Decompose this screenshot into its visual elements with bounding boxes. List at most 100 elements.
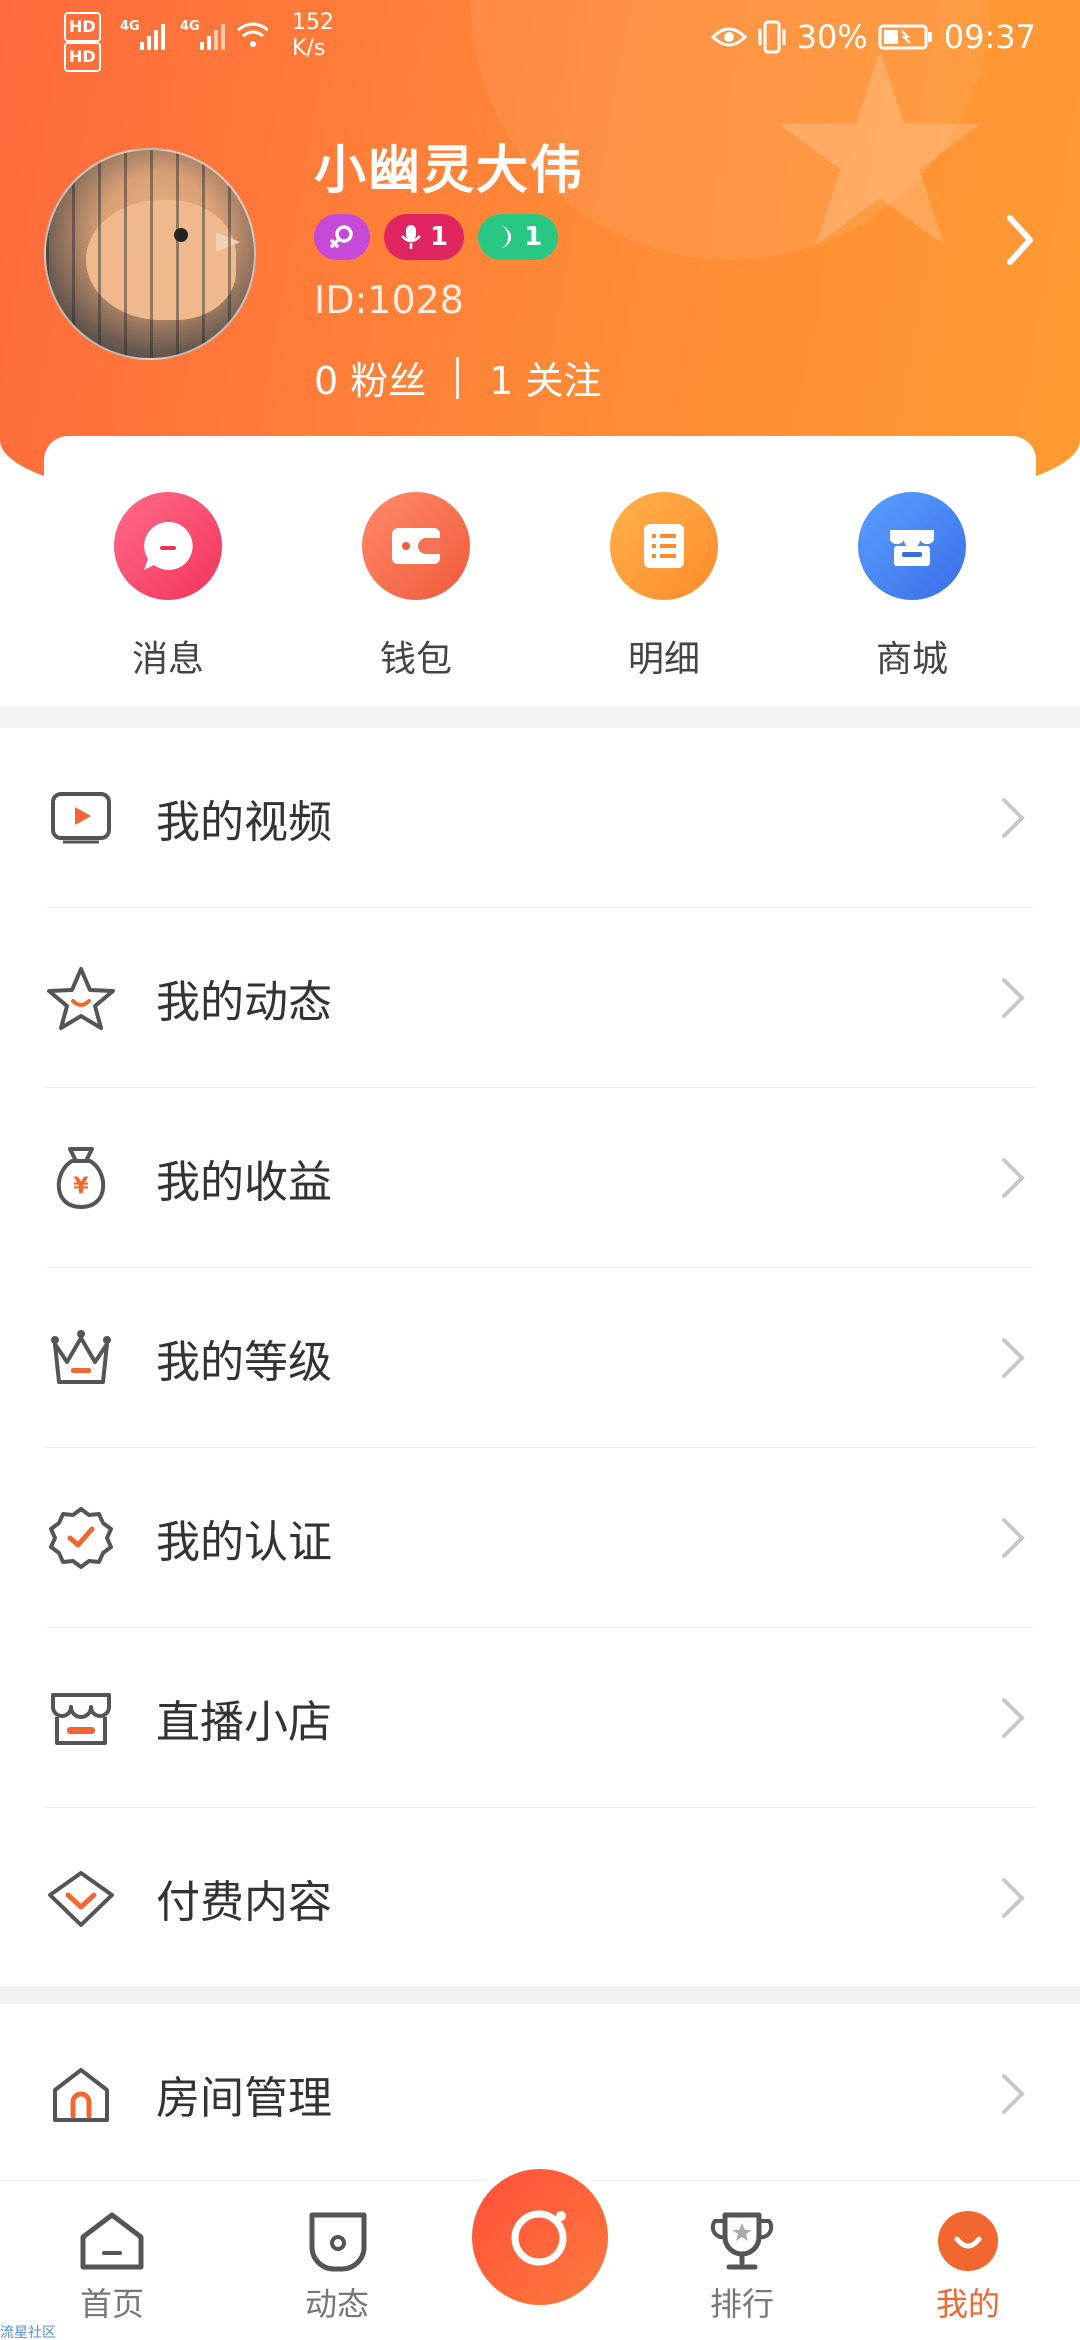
- speed-value: 152: [292, 10, 334, 35]
- chevron-right-icon: [1002, 1518, 1025, 1558]
- profile-detail-arrow-icon[interactable]: [1000, 210, 1040, 270]
- fans-count[interactable]: 0 粉丝: [314, 350, 426, 405]
- nav-me[interactable]: 我的: [898, 2209, 1038, 2325]
- quick-actions-card: 消息 钱包 明细 商城: [44, 436, 1036, 706]
- moon-icon: [500, 226, 512, 248]
- chevron-right-icon: [1002, 1878, 1025, 1918]
- microphone-icon: [401, 225, 421, 249]
- quick-action-store[interactable]: 商城: [827, 492, 997, 682]
- crown-icon: [44, 1321, 118, 1395]
- quick-action-label: 商城: [875, 639, 948, 680]
- menu-item-label: 直播小店: [156, 1696, 332, 1748]
- menu-item-live-shop[interactable]: 直播小店: [44, 1628, 1036, 1808]
- diamond-icon: [44, 1861, 118, 1935]
- profile-page: HD HD 4G 4G 152 K/s 30% 09:37 小幽灵大伟 1 1 …: [0, 0, 1080, 2340]
- nav-ranking[interactable]: 排行: [672, 2209, 812, 2325]
- anchor-level-badge: 1: [384, 214, 465, 260]
- quick-action-label: 钱包: [379, 639, 452, 680]
- nav-label: 我的: [935, 2285, 1000, 2323]
- gender-badge: [314, 214, 370, 260]
- battery-percent: 30%: [796, 18, 868, 56]
- nav-label: 排行: [709, 2285, 774, 2323]
- avatar-cage-bars: [46, 150, 254, 358]
- menu-list: 我的视频 我的动态 ¥ 我的收益 我的等级 我的认证 直播小店 付费内容: [44, 728, 1036, 1988]
- hd-indicator-1: HD: [64, 12, 101, 42]
- speed-unit: K/s: [292, 36, 326, 61]
- svg-text:4G: 4G: [120, 19, 140, 34]
- nav-home[interactable]: 首页: [42, 2209, 182, 2325]
- eye-icon: [710, 27, 747, 47]
- quick-action-wallet[interactable]: 钱包: [331, 492, 501, 682]
- wallet-icon: [362, 492, 470, 600]
- section-divider: [0, 706, 1080, 728]
- follow-stats: 0 粉丝 1 关注: [314, 350, 602, 405]
- quick-action-label: 明细: [627, 639, 700, 680]
- section-divider: [0, 1986, 1080, 2004]
- nav-moments[interactable]: 动态: [267, 2209, 407, 2325]
- signal-icon: 4G 4G: [120, 19, 268, 50]
- store-icon: [858, 492, 966, 600]
- money-bag-icon: ¥: [44, 1141, 118, 1215]
- network-indicators: HD HD: [64, 12, 107, 72]
- bottom-navigation: 首页 动态 排行 我的: [0, 2169, 1080, 2340]
- menu-item-paid-content[interactable]: 付费内容: [44, 1808, 1036, 1988]
- menu-item-my-moments[interactable]: 我的动态: [44, 908, 1036, 1088]
- svg-text:4G: 4G: [180, 19, 200, 34]
- menu-item-label: 房间管理: [156, 2073, 332, 2124]
- chevron-right-icon: [1002, 1338, 1025, 1378]
- user-badges: 1 1: [314, 214, 559, 260]
- follow-divider: [456, 356, 460, 399]
- anchor-level-value: 1: [430, 222, 449, 252]
- chevron-right-icon: [1002, 1698, 1025, 1738]
- menu-item-label: 我的动态: [156, 976, 332, 1028]
- shop-icon: [44, 1681, 118, 1755]
- quick-action-label: 消息: [131, 639, 204, 680]
- chevron-right-icon: [1002, 798, 1025, 838]
- status-right: 30% 09:37: [710, 18, 1036, 56]
- menu-item-my-videos[interactable]: 我的视频: [44, 728, 1036, 908]
- avatar[interactable]: [44, 148, 256, 360]
- menu-item-label: 我的认证: [156, 1516, 332, 1568]
- menu-item-my-certification[interactable]: 我的认证: [44, 1448, 1036, 1628]
- list-icon: [610, 492, 718, 600]
- female-icon: [330, 225, 353, 248]
- username: 小幽灵大伟: [314, 141, 585, 201]
- network-speed: 152 K/s: [292, 10, 334, 62]
- camera-live-icon: [511, 2210, 567, 2266]
- chevron-right-icon: [1002, 1158, 1025, 1198]
- moments-icon: [309, 2212, 367, 2272]
- chevron-right-icon: [1002, 2074, 1025, 2114]
- vibrate-icon: [758, 20, 786, 54]
- menu-item-my-earnings[interactable]: ¥ 我的收益: [44, 1088, 1036, 1268]
- video-icon: [44, 781, 118, 855]
- quick-action-details[interactable]: 明细: [579, 492, 749, 682]
- home-icon: [80, 2212, 144, 2270]
- chevron-right-icon: [1002, 978, 1025, 1018]
- menu-list-secondary: 房间管理: [44, 2004, 1036, 2184]
- following-count[interactable]: 1 关注: [489, 350, 601, 405]
- nav-label: 动态: [304, 2285, 369, 2323]
- menu-item-my-level[interactable]: 我的等级: [44, 1268, 1036, 1448]
- menu-item-room-management[interactable]: 房间管理: [44, 2004, 1036, 2184]
- nav-go-live-button[interactable]: [472, 2169, 608, 2305]
- clock: 09:37: [943, 18, 1036, 56]
- hd-indicator-2: HD: [64, 42, 101, 72]
- battery-icon: [878, 24, 932, 50]
- status-bar: HD HD 4G 4G 152 K/s 30% 09:37: [0, 0, 1080, 80]
- star-icon: [44, 961, 118, 1035]
- me-icon: [938, 2211, 998, 2271]
- svg-text:¥: ¥: [73, 1174, 89, 1199]
- message-icon: [114, 492, 222, 600]
- menu-item-label: 付费内容: [156, 1877, 332, 1928]
- user-id: ID:1028: [314, 278, 464, 322]
- nav-label: 首页: [79, 2285, 144, 2323]
- quick-action-message[interactable]: 消息: [83, 492, 253, 682]
- house-icon: [44, 2057, 118, 2131]
- watermark: 流星社区: [0, 2325, 56, 2340]
- profile-header: HD HD 4G 4G 152 K/s 30% 09:37 小幽灵大伟 1 1 …: [0, 0, 1080, 500]
- user-level-value: 1: [524, 222, 543, 252]
- menu-item-label: 我的等级: [156, 1336, 332, 1388]
- menu-item-label: 我的视频: [156, 796, 332, 848]
- trophy-icon: [710, 2212, 774, 2270]
- menu-item-label: 我的收益: [156, 1156, 332, 1208]
